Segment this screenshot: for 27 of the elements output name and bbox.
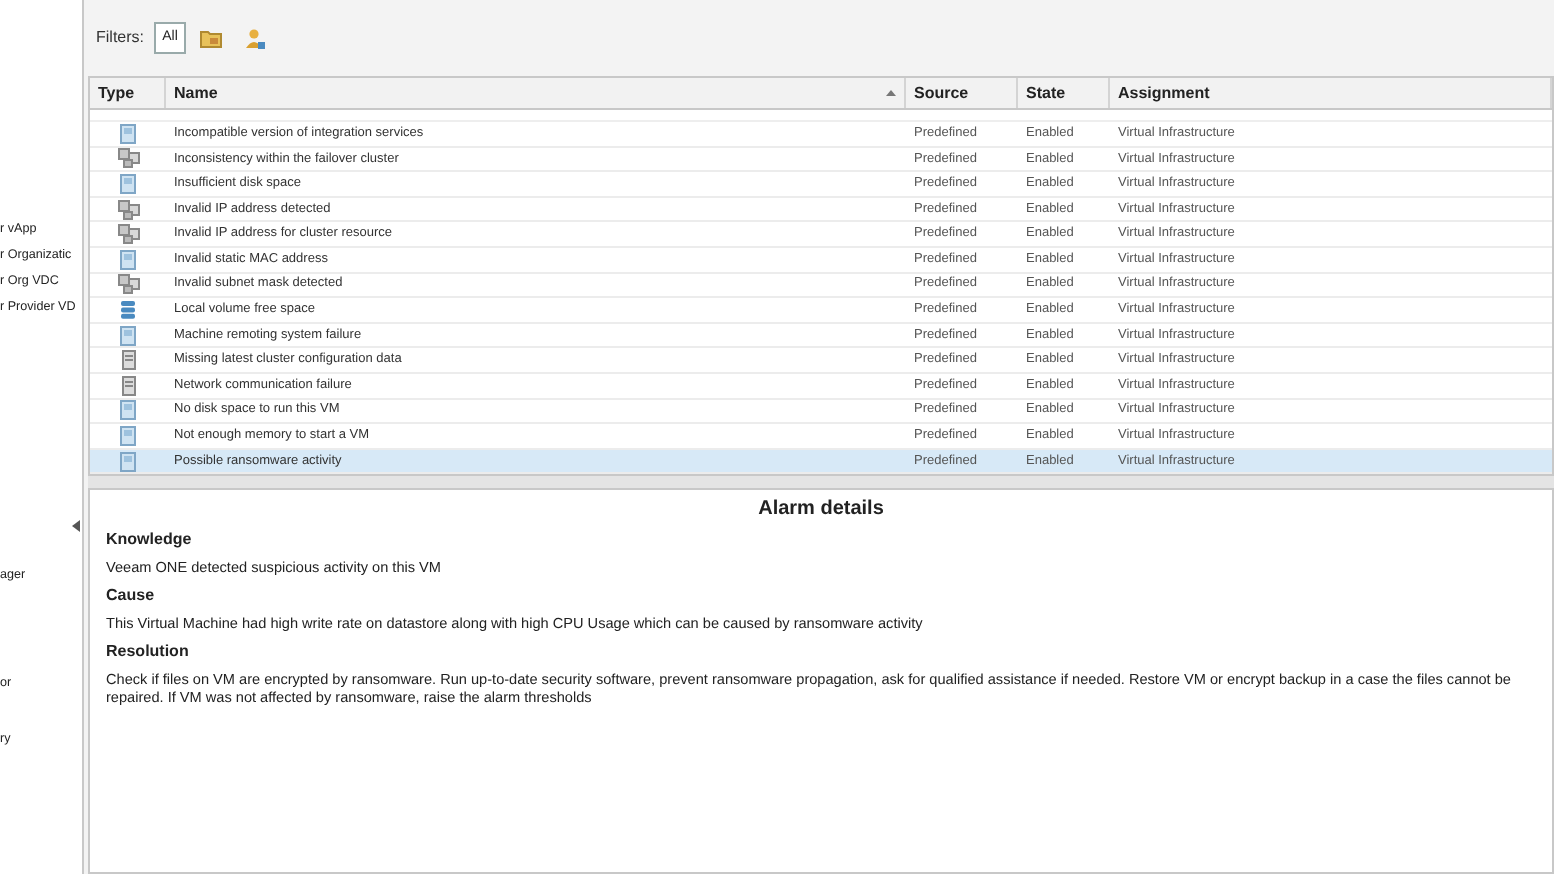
vm-icon (120, 400, 136, 421)
filters-label: Filters: (96, 26, 144, 50)
section-heading: Knowledge (106, 528, 194, 553)
column-header[interactable]: Type (90, 78, 166, 108)
folder-icon (200, 28, 222, 48)
vm-icon (120, 325, 136, 346)
servers-icon (117, 274, 139, 295)
section-heading: Resolution (106, 640, 191, 665)
details-title: Alarm details (756, 496, 886, 525)
user-icon (244, 27, 266, 49)
vm-icon (120, 425, 136, 446)
column-header[interactable]: Name (166, 78, 906, 108)
column-header[interactable]: Assignment (1110, 78, 1552, 108)
servers-icon (117, 148, 139, 169)
database-icon (120, 299, 136, 320)
section-heading: Cause (106, 584, 157, 609)
collapse-arrow-icon[interactable] (70, 516, 82, 536)
server-icon (121, 375, 135, 396)
server-icon (121, 350, 135, 371)
column-header[interactable]: Source (906, 78, 1018, 108)
vm-icon (120, 123, 136, 144)
column-header[interactable]: State (1018, 78, 1110, 108)
vm-icon (120, 249, 136, 270)
servers-icon (117, 224, 139, 245)
vm-icon (120, 451, 136, 472)
servers-icon (117, 199, 139, 220)
vm-icon (120, 173, 136, 194)
